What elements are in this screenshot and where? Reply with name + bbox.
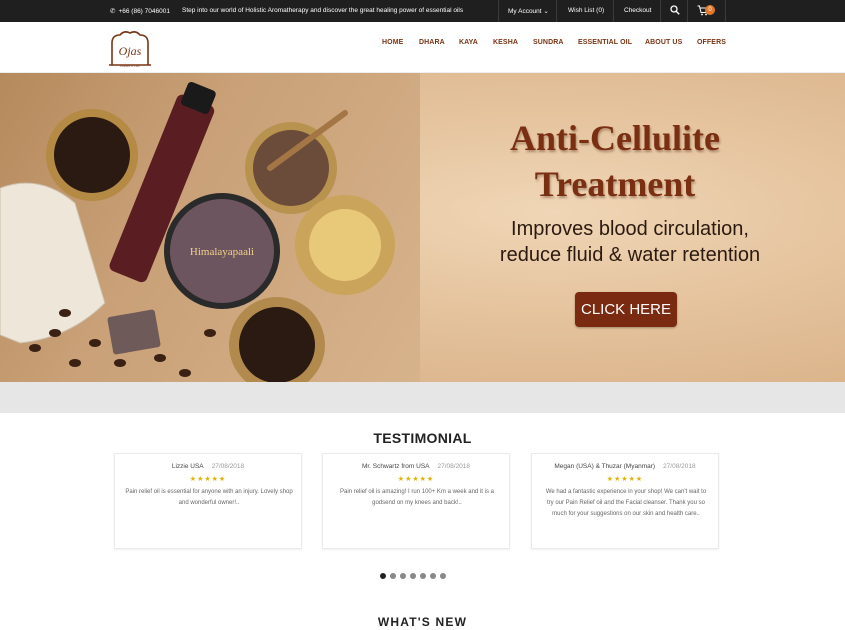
nav-dhara[interactable]: DHARA [419,39,445,46]
hero-heading-line2: Treatment [534,164,696,204]
testimonial-date: 27/08/2018 [211,463,245,470]
carousel-pagination [380,573,446,579]
carousel-dot[interactable] [420,573,426,579]
carousel-dot[interactable] [410,573,416,579]
divider [498,0,499,22]
carousel-dot[interactable] [390,573,396,579]
top-utility-bar: ✆ +66 (86) 7046001 Step into our world o… [0,0,845,22]
tagline: Step into our world of Holistic Aromathe… [182,7,464,14]
main-header: Ojas Essence of Care HOME DHARA KAYA KES… [0,22,845,73]
hero-banner[interactable]: Himalayapaali Anti-Cellulite Treatment I… [0,73,845,382]
testimonial-author: Lizzie USA [171,463,204,470]
ojas-logo[interactable]: Ojas [108,29,152,69]
testimonial-text: We had a fantastic experience in your sh… [545,489,707,517]
wishlist-link[interactable]: Wish List (0) [568,7,604,14]
nav-offers[interactable]: OFFERS [697,39,726,46]
testimonial-meta: Megan (USA) & Thuzar (Myanmar) 27/08/2018 [532,463,718,470]
cart-count-badge: 0 [705,5,715,15]
divider-band [0,382,845,413]
nav-sundra[interactable]: SUNDRA [533,39,564,46]
hero-sub-line1: Improves blood circulation, [511,218,749,240]
nav-kaya[interactable]: KAYA [459,39,478,46]
logo-text: Ojas [119,44,142,58]
testimonial-text: Pain relief oil is essential for anyone … [125,489,293,506]
testimonial-author: Mr. Schwartz from USA [361,463,430,470]
testimonial-text: Pain relief oil is amazing! I run 100+ K… [340,489,494,506]
jar-label: Himalayapaali [190,246,254,258]
hero-heading: Anti-Cellulite Treatment [440,115,790,207]
divider [660,0,661,22]
testimonial-card: Megan (USA) & Thuzar (Myanmar) 27/08/2018… [531,453,719,549]
nav-about-us[interactable]: ABOUT US [645,39,682,46]
search-icon[interactable] [670,5,680,15]
nav-home[interactable]: HOME [382,39,403,46]
nav-kesha[interactable]: KESHA [493,39,518,46]
divider [613,0,614,22]
divider [687,0,688,22]
hero-sub-line2: reduce fluid & water retention [499,244,761,266]
testimonial-meta: Mr. Schwartz from USA 27/08/2018 [323,463,509,470]
star-rating: ★★★★★ [606,476,644,483]
divider [725,0,726,22]
logo-caption: Essence of Care [120,64,140,68]
my-account-label: My Account [508,8,542,15]
phone-contact[interactable]: ✆ +66 (86) 7046001 [110,7,170,16]
phone-icon: ✆ [110,8,116,15]
hero-heading-line1: Anti-Cellulite [510,118,720,158]
star-rating: ★★★★★ [397,476,435,483]
hero-subheading: Improves blood circulation, reduce fluid… [470,216,790,268]
testimonial-author: Megan (USA) & Thuzar (Myanmar) [554,463,656,470]
testimonial-card: Mr. Schwartz from USA 27/08/2018 ★★★★★ Pa… [322,453,510,549]
divider [556,0,557,22]
hero-product-image: Himalayapaali [0,81,395,382]
carousel-dot[interactable] [380,573,386,579]
testimonial-meta: Lizzie USA 27/08/2018 [115,463,301,470]
testimonial-card: Lizzie USA 27/08/2018 ★★★★★ Pain relief o… [114,453,302,549]
carousel-dot[interactable] [400,573,406,579]
click-here-button[interactable]: CLICK HERE [575,292,677,327]
whats-new-title: WHAT'S NEW [377,615,468,629]
star-rating: ★★★★★ [189,476,227,483]
my-account-menu[interactable]: My Account ⌄ [508,7,549,15]
carousel-dot[interactable] [430,573,436,579]
nav-essential-oil[interactable]: ESSENTIAL OIL [578,39,632,46]
testimonial-date: 27/08/2018 [437,463,471,470]
checkout-link[interactable]: Checkout [624,7,651,14]
testimonial-date: 27/08/2018 [663,463,696,470]
testimonial-title: TESTIMONIAL [373,430,472,446]
carousel-dot[interactable] [440,573,446,579]
phone-number: +66 (86) 7046001 [118,7,170,15]
chevron-down-icon: ⌄ [543,8,549,15]
